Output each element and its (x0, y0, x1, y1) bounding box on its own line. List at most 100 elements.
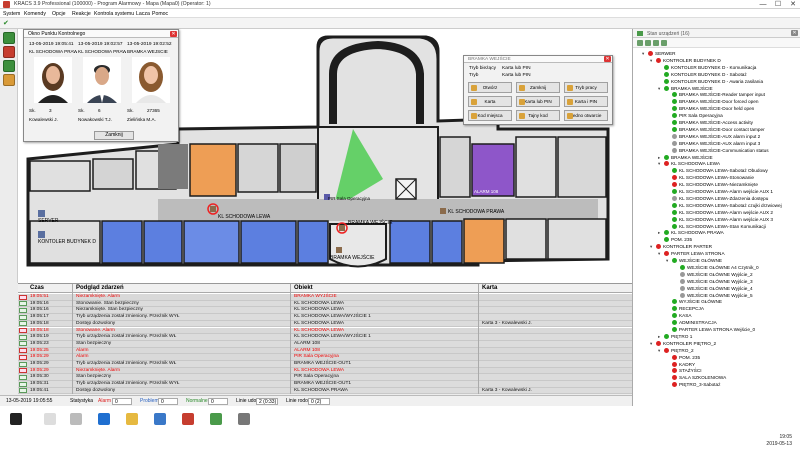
normal-count-box: 0 (208, 398, 228, 405)
door-icon[interactable] (210, 206, 216, 212)
twisty-icon[interactable]: ▾ (658, 160, 660, 167)
table-row[interactable]: 19:05:23 Stan bezpieczny ALARM 108 (18, 340, 632, 348)
event-object: KL SCHODOWA LEWA/WYJŚCIE 1 (294, 334, 371, 340)
gate-control-window[interactable]: BRAMKA WEJŚCIE ✕ Tryb bieżący Karta lub … (463, 55, 613, 125)
menu-lacza[interactable]: Lacza (136, 11, 150, 17)
table-row[interactable]: 19:05:29 Alarm PIR Sala Operacyjna (18, 354, 632, 361)
table-row[interactable]: 19:05:29 Tryb urządzenia został zmieniony… (18, 361, 632, 368)
close-icon[interactable]: ✕ (604, 56, 611, 62)
checkpoint-window[interactable]: Okno Punktu Kontrolnego ✕ 13-05-2019 19:… (23, 29, 179, 142)
twisty-icon[interactable]: ▾ (658, 250, 660, 257)
secret-code-button[interactable]: Tajny kod (516, 110, 560, 121)
folder-icon[interactable] (126, 413, 138, 425)
refresh-icon[interactable] (661, 40, 667, 46)
app-icon[interactable] (238, 413, 250, 425)
event-object: KL SCHODOWA LEWA (294, 307, 345, 313)
close-window-button[interactable]: ✕ (786, 0, 800, 9)
store-icon[interactable] (154, 413, 166, 425)
card-and-pin-button[interactable]: Karta i PIN (564, 96, 608, 107)
person-card[interactable]: 13-05-2019 19:02:52 BRAMKA WEJSCIE Sk. 27… (127, 42, 175, 126)
left-toolbar (0, 29, 18, 283)
room-blue (240, 220, 297, 264)
table-row[interactable]: 19:05:18 Dostęp dozwolony KL SCHODOWA LEWA… (18, 320, 632, 328)
twisty-icon[interactable]: ▸ (658, 229, 660, 236)
tree-item-label: KONTOLER BUDYNEK D - Komunikacja (671, 64, 757, 70)
col-event[interactable]: Podgląd zdarzeń (76, 285, 124, 291)
map-tool-button[interactable] (3, 32, 15, 44)
gate-window-header[interactable]: BRAMKA WEJŚCIE ✕ (464, 56, 612, 63)
device-status-panel[interactable]: Stan urządzeń (16) ✕ ▾ SERWER ▾ KONTROLER B… (632, 29, 800, 406)
status-dot-icon (672, 209, 677, 215)
card-or-pin-button[interactable]: Karta lub PIN (516, 96, 560, 107)
server-icon[interactable] (38, 210, 45, 217)
twisty-icon[interactable]: ▸ (658, 333, 660, 340)
twisty-icon[interactable]: ▾ (658, 85, 660, 92)
device-tool-button[interactable] (3, 60, 15, 72)
collapse-icon[interactable] (645, 40, 651, 46)
menu-reakcje[interactable]: Reakcje (72, 11, 91, 17)
twisty-icon[interactable]: ▾ (666, 257, 668, 264)
search-icon[interactable] (44, 413, 56, 425)
menu-pomoc[interactable]: Pomoc (152, 11, 168, 17)
menu-opcje[interactable]: Opcje (52, 11, 66, 17)
taskbar-clock[interactable]: 19:05 2019-05-13 (766, 434, 792, 448)
single-open-button[interactable]: Jedno otwarcie (564, 110, 608, 121)
twisty-icon[interactable]: ▾ (650, 243, 652, 250)
gate-icon[interactable] (336, 247, 342, 253)
filter-icon[interactable] (653, 40, 659, 46)
col-card[interactable]: Karta (482, 285, 497, 291)
status-dot-icon (656, 244, 661, 250)
room-blue (431, 220, 463, 264)
event-status-icon (19, 294, 27, 300)
edge-icon[interactable] (98, 413, 110, 425)
person-card[interactable]: 13-05-2019 19:02:57 KL SCHODOWA PRAW Sk.… (78, 42, 126, 126)
map-label-gate-bottom: BRAMKA WEJŚCIE (330, 255, 375, 261)
twisty-icon[interactable]: ▾ (658, 347, 660, 354)
status-dot-icon (672, 361, 677, 367)
table-row[interactable]: 19:05:17 Tryb urządzenia został zmieniony… (18, 314, 632, 321)
check-icon[interactable]: ✔ (3, 20, 10, 27)
status-dot-icon (672, 168, 677, 174)
checkpoint-window-header[interactable]: Okno Punktu Kontrolnego ✕ (24, 30, 178, 38)
controller-icon[interactable] (38, 231, 45, 238)
close-checkpoint-button[interactable]: Zamknij (94, 131, 134, 140)
tree-item[interactable]: PIĘTRO_3-Sabotaż (672, 381, 720, 388)
person-card[interactable]: 13-05-2019 19:05:41 KL SCHODOWA PRAW Sk.… (29, 42, 77, 126)
close-icon[interactable]: ✕ (170, 31, 177, 37)
maximize-button[interactable]: ☐ (771, 0, 785, 9)
close-icon[interactable]: ✕ (791, 30, 798, 36)
twisty-icon[interactable]: ▾ (642, 50, 644, 57)
twisty-icon[interactable]: ▾ (650, 340, 652, 347)
close-button[interactable]: Zamknij (516, 82, 560, 93)
twisty-icon[interactable]: ▾ (650, 57, 652, 64)
view-tool-button[interactable] (3, 74, 15, 86)
alarm-tool-button[interactable] (3, 46, 15, 58)
expand-icon[interactable] (637, 40, 643, 46)
site-code-button[interactable]: Kod miejsca (468, 110, 512, 121)
table-row[interactable]: 19:05:41 Dostęp dozwolony KL SCHODOWA PRAW… (18, 387, 632, 394)
card-button[interactable]: Karta (468, 96, 512, 107)
col-object[interactable]: Obiekt (294, 285, 313, 291)
table-row[interactable]: 19:05:31 Tryb urządzenia został zmieniony… (18, 381, 632, 388)
events-table[interactable]: Czas Podgląd zdarzeń Obiekt Karta 19:05:… (18, 283, 632, 394)
door-icon[interactable] (339, 225, 345, 231)
kracs-app-icon[interactable] (182, 413, 194, 425)
room-orange (189, 143, 237, 197)
door-icon[interactable] (440, 208, 446, 214)
table-row[interactable]: 19:05:19 Tryb urządzenia został zmieniony… (18, 334, 632, 341)
start-icon[interactable] (10, 413, 22, 425)
event-object: KL SCHODOWA PRAWA (294, 387, 348, 393)
event-description: Dostęp dozwolony (76, 320, 116, 326)
menu-kontrola-systemu[interactable]: Kontrola systemu (94, 11, 134, 17)
status-dot-icon (672, 368, 677, 374)
work-mode-button[interactable]: Tryb pracy (564, 82, 608, 93)
col-time[interactable]: Czas (30, 285, 44, 291)
menu-komendy[interactable]: Komendy (24, 11, 46, 17)
menu-system[interactable]: System (3, 11, 20, 17)
open-button[interactable]: Otwórz (468, 82, 512, 93)
task-view-icon[interactable] (70, 413, 82, 425)
app-icon[interactable] (210, 413, 222, 425)
table-row[interactable]: 19:05:51 Niezamknięte. Alarm BRAMKA WYJŚCI… (18, 294, 632, 301)
minimize-button[interactable]: — (756, 0, 770, 9)
tree-item-label: BRAMKA WEJŚCIE-Door forced open (679, 99, 759, 105)
